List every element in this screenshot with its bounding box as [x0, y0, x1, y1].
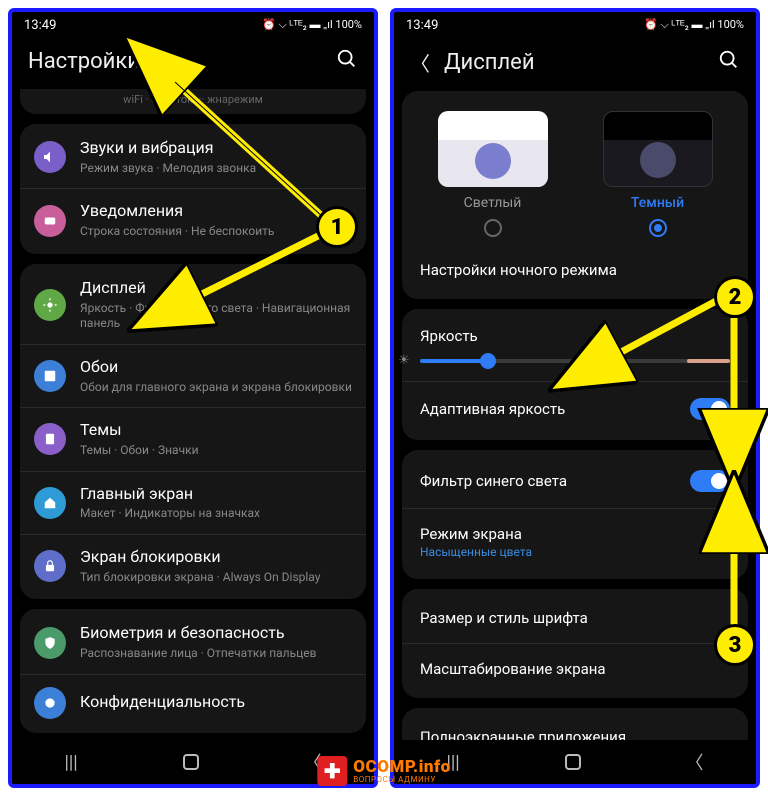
watermark-icon: ✚ [317, 756, 347, 786]
size-section: Размер и стиль шрифта Масштабирование эк… [402, 589, 748, 698]
row-lockscreen[interactable]: Экран блокировки Тип блокировки экрана ·… [20, 535, 366, 597]
light-preview [438, 111, 548, 187]
nav-home[interactable] [183, 754, 199, 770]
theme-dark[interactable]: Темный [593, 111, 723, 237]
privacy-icon [34, 687, 66, 719]
clock: 13:49 [406, 18, 438, 33]
page-title: Дисплей [444, 50, 704, 75]
row-title: Обои [80, 357, 352, 378]
header: Настройки [12, 38, 374, 89]
row-sub: Обои для главного экрана и экрана блокир… [80, 380, 352, 396]
row-title: Экран блокировки [80, 547, 352, 568]
filter-section: Фильтр синего света Режим экрана Насыщен… [402, 450, 748, 579]
label: Настройки ночного режима [420, 261, 617, 279]
wallpaper-icon [34, 360, 66, 392]
nav-home[interactable] [565, 754, 581, 770]
theme-light[interactable]: Светлый [428, 111, 558, 237]
status-icons: ⏰ ⌵ ᴸᵀᴱ₂ ▬ ₌ıl 100% [262, 18, 362, 32]
row-notifications[interactable]: Уведомления Строка состояния · Не беспок… [20, 189, 366, 251]
row-sub: Яркость · Фильтр синего света · Навигаци… [80, 301, 352, 332]
toggle-blue-filter[interactable] [690, 470, 730, 492]
toggle-adaptive[interactable] [690, 398, 730, 420]
row-sub: Макет · Индикаторы на значках [80, 506, 352, 522]
search-icon[interactable] [718, 49, 740, 76]
phone-settings: 13:49 ⏰ ⌵ ᴸᵀᴱ₂ ▬ ₌ıl 100% Настройки wiFi… [8, 8, 378, 788]
display-icon [34, 289, 66, 321]
watermark-sub: ВОПРОСЫ АДМИНУ [353, 776, 450, 784]
row-home[interactable]: Главный экран Макет · Индикаторы на знач… [20, 472, 366, 535]
row-sub: Строка состояния · Не беспокоить [80, 224, 352, 240]
row-biometrics[interactable]: Биометрия и безопасность Распознавание л… [20, 611, 366, 674]
phone-display: 13:49 ⏰ ⌵ ᴸᵀᴱ₂ ▬ ₌ıl 100% 〈 Дисплей Свет… [390, 8, 760, 788]
brightness-slider[interactable]: ☀ [420, 359, 730, 363]
brightness-section: Яркость ☀ Адаптивная яркость [402, 309, 748, 440]
status-icons: ⏰ ⌵ ᴸᵀᴱ₂ ▬ ₌ıl 100% [644, 18, 744, 32]
row-title: Биометрия и безопасность [80, 623, 352, 644]
theme-section: Светлый Темный Настройки ночного режима [402, 91, 748, 299]
row-themes[interactable]: Темы Темы · Обои · Значки [20, 408, 366, 471]
annotation-badge-2: 2 [714, 276, 756, 318]
header: 〈 Дисплей [394, 38, 756, 91]
label: Размер и стиль шрифта [420, 609, 588, 627]
theme-label: Светлый [428, 195, 558, 211]
row-privacy[interactable]: Конфиденциальность [20, 675, 366, 731]
search-icon[interactable] [336, 48, 358, 75]
back-icon[interactable]: 〈 [410, 48, 430, 77]
row-brightness: Яркость ☀ [402, 313, 748, 382]
row-title: Конфиденциальность [80, 692, 352, 713]
dark-preview [603, 111, 713, 187]
settings-group-2: Дисплей Яркость · Фильтр синего света · … [20, 264, 366, 600]
row-sub: Режим звука · Мелодия звонка [80, 161, 352, 177]
watermark-main: OCOMP.info [353, 759, 450, 776]
page-title: Настройки [28, 49, 322, 74]
row-blue-filter[interactable]: Фильтр синего света [402, 454, 748, 509]
nav-back[interactable]: 〈 [686, 749, 704, 775]
row-title: Звуки и вибрация [80, 138, 352, 159]
row-display[interactable]: Дисплей Яркость · Фильтр синего света · … [20, 266, 366, 345]
watermark: ✚ OCOMP.info ВОПРОСЫ АДМИНУ [317, 756, 450, 786]
row-sub: Распознавание лица · Отпечатки пальцев [80, 646, 352, 662]
label: Масштабирование экрана [420, 660, 606, 678]
settings-group-1: Звуки и вибрация Режим звука · Мелодия з… [20, 124, 366, 254]
row-font[interactable]: Размер и стиль шрифта [402, 593, 748, 644]
row-sub: Тип блокировки экрана · Always On Displa… [80, 570, 352, 586]
row-night-mode[interactable]: Настройки ночного режима [402, 245, 748, 295]
label: Адаптивная яркость [420, 400, 565, 418]
row-sub: Темы · Обои · Значки [80, 443, 352, 459]
row-sounds[interactable]: Звуки и вибрация Режим звука · Мелодия з… [20, 126, 366, 189]
radio-dark[interactable] [649, 219, 667, 237]
status-bar: 13:49 ⏰ ⌵ ᴸᵀᴱ₂ ▬ ₌ıl 100% [394, 12, 756, 38]
row-title: Уведомления [80, 201, 352, 222]
nav-recent[interactable]: ||| [64, 752, 77, 773]
annotation-badge-1: 1 [316, 206, 358, 248]
notification-icon [34, 205, 66, 237]
settings-group-3: Биометрия и безопасность Распознавание л… [20, 609, 366, 732]
sublabel: Насыщенные цвета [420, 545, 730, 559]
row-adaptive[interactable]: Адаптивная яркость [402, 382, 748, 436]
label: Режим экрана [420, 525, 730, 543]
row-title: Дисплей [80, 278, 352, 299]
row-wallpaper[interactable]: Обои Обои для главного экрана и экрана б… [20, 345, 366, 408]
lock-icon [34, 550, 66, 582]
label: Фильтр синего света [420, 472, 567, 490]
label: Яркость [420, 327, 730, 345]
theme-label: Темный [593, 195, 723, 211]
status-bar: 13:49 ⏰ ⌵ ᴸᵀᴱ₂ ▬ ₌ıl 100% [12, 12, 374, 38]
home-icon [34, 487, 66, 519]
sound-icon [34, 141, 66, 173]
row-scaling[interactable]: Масштабирование экрана [402, 644, 748, 694]
radio-light[interactable] [484, 219, 502, 237]
sun-icon: ☀ [398, 353, 410, 368]
row-title: Главный экран [80, 484, 352, 505]
row-screen-mode[interactable]: Режим экрана Насыщенные цвета [402, 509, 748, 575]
annotation-badge-3: 3 [714, 624, 756, 666]
shield-icon [34, 627, 66, 659]
truncated-row: wiFi · блиеток ··· жнарежим [20, 89, 366, 114]
clock: 13:49 [24, 18, 56, 33]
row-title: Темы [80, 420, 352, 441]
themes-icon [34, 423, 66, 455]
